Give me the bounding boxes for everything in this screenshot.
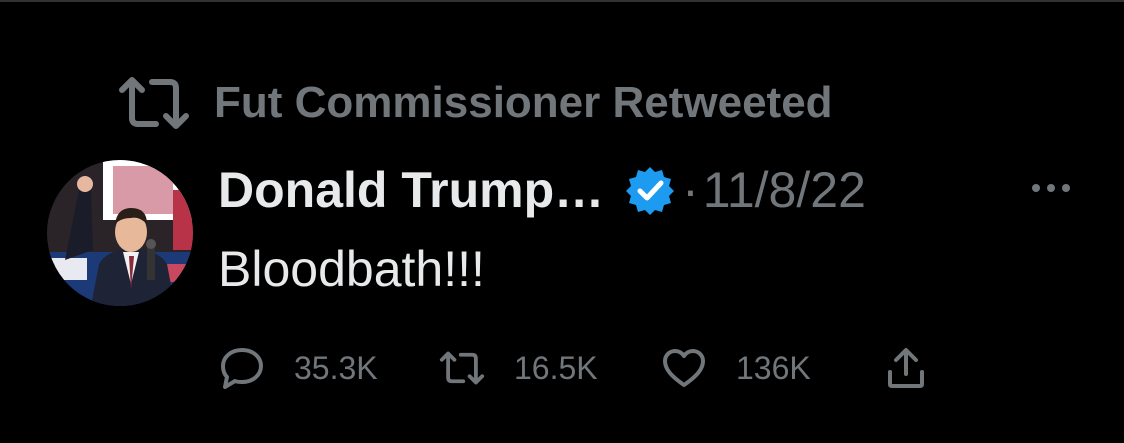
- more-options-icon[interactable]: [1026, 168, 1076, 208]
- separator-dot: ·: [682, 162, 699, 218]
- retweet-count: 16.5K: [514, 349, 598, 386]
- share-icon: [882, 344, 930, 392]
- tweet-header: Donald Trump… · 11/8/22: [218, 158, 866, 222]
- verified-badge-icon: [624, 164, 676, 216]
- like-count: 136K: [736, 349, 811, 386]
- avatar[interactable]: [47, 160, 193, 306]
- display-name[interactable]: Donald Trump…: [218, 161, 604, 219]
- retweet-context-label: Fut Commissioner Retweeted: [214, 78, 833, 127]
- share-button[interactable]: [882, 340, 942, 396]
- heart-icon: [660, 344, 708, 392]
- tweet-date[interactable]: 11/8/22: [703, 161, 866, 219]
- action-bar: 35.3K 16.5K 136K: [218, 340, 942, 396]
- retweet-context[interactable]: Fut Commissioner Retweeted: [116, 72, 833, 134]
- reply-icon: [218, 344, 266, 392]
- like-button[interactable]: 136K: [660, 340, 882, 396]
- top-divider: [0, 0, 1124, 2]
- retweet-icon: [116, 72, 192, 134]
- retweet-icon: [438, 344, 486, 392]
- retweet-button[interactable]: 16.5K: [438, 340, 660, 396]
- reply-button[interactable]: 35.3K: [218, 340, 438, 396]
- tweet-text: Bloodbath!!!: [218, 241, 485, 297]
- reply-count: 35.3K: [294, 349, 378, 386]
